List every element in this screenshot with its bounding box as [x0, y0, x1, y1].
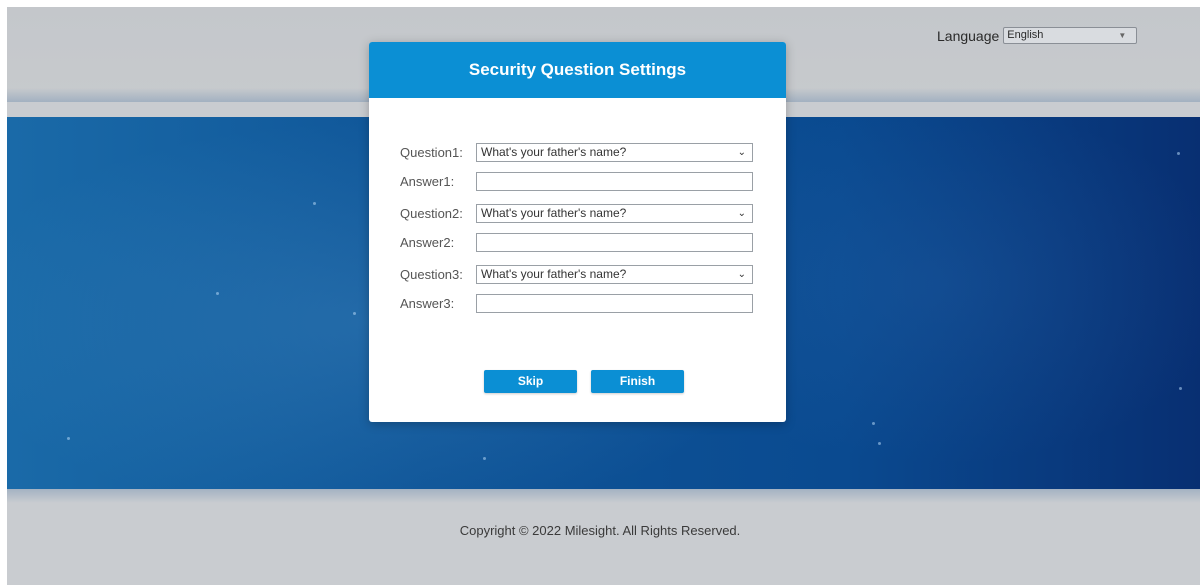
question1-label: Question1:	[400, 145, 463, 160]
question3-select[interactable]: What's your father's name? ⌄	[476, 265, 753, 284]
answer3-label: Answer3:	[400, 296, 455, 311]
answer1-row: Answer1:	[400, 172, 753, 191]
language-selected-value: English	[1007, 29, 1044, 41]
dialog-header: Security Question Settings	[369, 42, 786, 98]
star-dot	[878, 442, 881, 445]
answer3-input[interactable]	[476, 294, 753, 313]
question2-select[interactable]: What's your father's name? ⌄	[476, 204, 753, 223]
dialog-title: Security Question Settings	[468, 60, 687, 79]
skip-button[interactable]: Skip	[484, 370, 577, 393]
star-dot	[1177, 152, 1180, 155]
answer2-row: Answer2:	[400, 233, 753, 252]
language-switcher: Language English ▼	[937, 27, 1138, 44]
star-dot	[872, 422, 875, 425]
question1-select[interactable]: What's your father's name? ⌄	[476, 143, 753, 162]
finish-button[interactable]: Finish	[591, 370, 684, 393]
dropdown-arrow-icon: ▼	[1118, 31, 1127, 40]
chevron-down-icon: ⌄	[737, 208, 746, 219]
star-dot	[353, 312, 356, 315]
language-label: Language	[937, 27, 1000, 44]
answer1-label: Answer1:	[400, 174, 455, 189]
star-dot	[483, 457, 486, 460]
answer2-input[interactable]	[476, 233, 753, 252]
star-dot	[216, 292, 219, 295]
language-select[interactable]: English ▼	[1003, 27, 1138, 44]
answer1-input[interactable]	[476, 172, 753, 191]
question2-label: Question2:	[400, 206, 463, 221]
star-dot	[1179, 387, 1182, 390]
star-dot	[313, 202, 316, 205]
security-question-dialog: Security Question Settings Question1: Wh…	[369, 42, 786, 422]
answer3-row: Answer3:	[400, 294, 753, 313]
chevron-down-icon: ⌄	[737, 269, 746, 280]
answer2-label: Answer2:	[400, 235, 455, 250]
chevron-down-icon: ⌄	[737, 147, 746, 158]
question1-value: What's your father's name?	[481, 145, 627, 159]
question2-value: What's your father's name?	[481, 206, 627, 220]
question3-row: Question3: What's your father's name? ⌄	[400, 265, 753, 284]
question1-row: Question1: What's your father's name? ⌄	[400, 143, 753, 162]
question3-label: Question3:	[400, 267, 463, 282]
question3-value: What's your father's name?	[481, 267, 627, 281]
star-dot	[67, 437, 70, 440]
copyright-text: Copyright © 2022 Milesight. All Rights R…	[459, 523, 741, 538]
question2-row: Question2: What's your father's name? ⌄	[400, 204, 753, 223]
